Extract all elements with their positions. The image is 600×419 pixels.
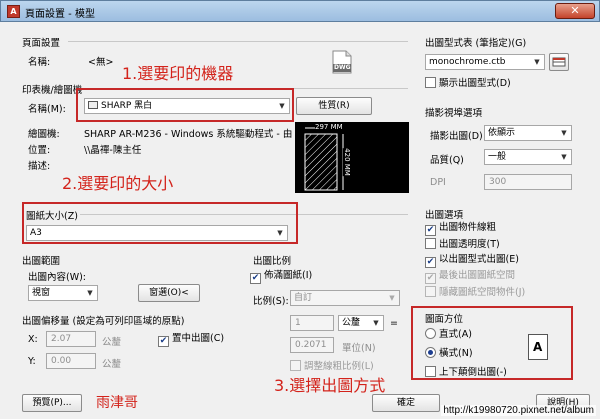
page-setup-group-label: 頁面設置 [22, 38, 61, 49]
plot-option-label: 最後出圖圖紙空間 [439, 270, 516, 281]
plot-option-plot-styles[interactable]: ✔ 以出圖型式出圖(E) [425, 254, 519, 268]
dwg-file-icon: DWG [332, 50, 352, 74]
plot-options-group-label: 出圖選項 [425, 210, 464, 221]
page-setup-separator [68, 41, 408, 42]
close-button[interactable]: ✕ [555, 3, 595, 19]
annotation-step3: 3.選擇出圖方式 [274, 376, 386, 395]
printer-properties-button[interactable]: 性質(R) [296, 97, 372, 115]
equals-sign: = [390, 318, 398, 329]
scale-label: 比例(S): [253, 296, 289, 307]
shade-plot-select[interactable]: 依顯示 ▼ [484, 125, 572, 141]
scale-value: 自訂 [294, 293, 313, 303]
printer-group-label: 印表機/繪圖機 [22, 85, 83, 96]
plot-option-label: 出圖物件線粗 [439, 222, 497, 233]
page-setup-name-value: <無> [88, 57, 114, 68]
annotation-step1: 1.選要印的機器 [122, 64, 234, 83]
scale-lineweights-label: 調整線粗比例(L) [304, 361, 374, 372]
offset-x-label: X: [28, 334, 38, 345]
center-plot-label: 置中出圖(C) [172, 333, 225, 344]
annotation-author: 雨津哥 [96, 395, 138, 411]
checkmark-icon: ✔ [425, 273, 436, 284]
autocad-app-icon: A [7, 5, 20, 18]
chevron-down-icon: ▼ [561, 153, 567, 161]
plot-style-select[interactable]: monochrome.ctb ▼ [425, 54, 545, 70]
plot-what-select[interactable]: 視窗 ▼ [28, 285, 98, 301]
edit-plot-style-button[interactable] [549, 53, 569, 71]
blog-watermark: http://k19980720.pixnet.net/album [441, 405, 596, 416]
annotation-step2: 2.選要印的大小 [62, 174, 174, 193]
location-label: 位置: [28, 145, 51, 156]
dpi-label: DPI [430, 177, 446, 188]
dpi-input[interactable]: 300 [484, 174, 572, 190]
window-select-button[interactable]: 窗選(O)< [138, 284, 200, 302]
quality-value: 一般 [488, 152, 507, 162]
display-plot-styles-checkbox[interactable]: 顯示出圖型式(D) [425, 77, 511, 90]
plot-what-value: 視窗 [32, 288, 51, 298]
offset-x-input[interactable]: 2.07 [46, 331, 96, 347]
plot-offset-group-label: 出圖偏移量 (設定為可列印區域的原點) [22, 316, 185, 327]
plot-option-transparency[interactable]: 出圖透明度(T) [425, 238, 500, 251]
plot-option-lineweights[interactable]: ✔ 出圖物件線粗 [425, 222, 496, 236]
plot-style-group-label: 出圖型式表 (筆指定)(G) [425, 38, 527, 49]
center-plot-checkbox[interactable]: ✔ 置中出圖(C) [158, 333, 224, 347]
annotation-box-printer [76, 88, 294, 122]
plot-option-label: 出圖透明度(T) [439, 239, 500, 250]
chevron-down-icon: ▼ [373, 319, 379, 327]
description-label: 描述: [28, 161, 51, 172]
plot-option-label: 隱藏圖紙空間物件(J) [439, 287, 526, 298]
fit-to-paper-checkbox[interactable]: ✔ 佈滿圖紙(I) [250, 270, 312, 284]
scale-unit-value: 公釐 [342, 318, 361, 328]
printer-name-label: 名稱(M): [28, 104, 66, 115]
page-setup-name-label: 名稱: [28, 57, 51, 68]
shade-plot-value: 依顯示 [488, 128, 516, 138]
chevron-down-icon: ▼ [534, 58, 540, 66]
scale-unit-label: 單位(N) [342, 343, 376, 354]
paper-preview: 297 MM 420 MM [295, 122, 409, 193]
shaded-viewport-group-label: 描影視埠選項 [425, 108, 483, 119]
checkmark-icon: ✔ [425, 257, 436, 268]
checkmark-icon: ✔ [158, 336, 169, 347]
offset-x-unit: 公釐 [102, 337, 122, 348]
chevron-down-icon: ▼ [389, 294, 395, 302]
fit-to-paper-label: 佈滿圖紙(I) [264, 270, 313, 281]
plotter-value: SHARP AR-M236 - Windows 系統驅動程式 - 由 A... [84, 129, 294, 140]
checkmark-icon: ✔ [250, 273, 261, 284]
plot-option-paperspace-last[interactable]: ✔ 最後出圖圖紙空間 [425, 270, 515, 284]
edit-table-icon [552, 57, 566, 67]
window-title: 頁面設置 - 模型 [25, 9, 95, 20]
offset-y-input[interactable]: 0.00 [46, 353, 96, 369]
plotter-label: 繪圖機: [28, 129, 60, 140]
quality-select[interactable]: 一般 ▼ [484, 149, 572, 165]
shade-plot-label: 描影出圖(D) [430, 131, 483, 142]
plot-what-label: 出圖內容(W): [28, 272, 87, 283]
offset-y-label: Y: [28, 356, 36, 367]
plot-area-group-label: 出圖範圍 [22, 256, 61, 267]
annotation-box-orientation [411, 306, 573, 380]
plot-scale-group-label: 出圖比例 [253, 256, 292, 267]
scale-value2-input[interactable]: 0.2071 [290, 337, 334, 353]
checkmark-icon: ✔ [425, 225, 436, 236]
dwg-icon-text: DWG [334, 64, 351, 71]
scale-unit-select[interactable]: 公釐 ▼ [338, 315, 384, 331]
title-bar: A 頁面設置 - 模型 ✕ [0, 0, 600, 22]
quality-label: 品質(Q) [430, 155, 464, 166]
offset-y-unit: 公釐 [102, 359, 122, 370]
annotation-box-paper-size [22, 202, 298, 244]
chevron-down-icon: ▼ [561, 129, 567, 137]
chevron-down-icon: ▼ [87, 289, 93, 297]
plot-style-value: monochrome.ctb [429, 57, 506, 67]
plot-option-hide-paperspace[interactable]: 隱藏圖紙空間物件(J) [425, 286, 525, 299]
ok-button[interactable]: 確定 [372, 394, 440, 412]
scale-value1-input[interactable]: 1 [290, 315, 334, 331]
paper-height-label: 420 MM [342, 148, 351, 176]
scale-select[interactable]: 自訂 ▼ [290, 290, 400, 306]
plot-option-label: 以出圖型式出圖(E) [439, 254, 519, 265]
location-value: \\晶禪-陳主任 [84, 145, 142, 156]
preview-button[interactable]: 預覽(P)... [22, 394, 82, 412]
display-plot-styles-label: 顯示出圖型式(D) [439, 78, 511, 89]
paper-width-label: 297 MM [315, 123, 343, 131]
